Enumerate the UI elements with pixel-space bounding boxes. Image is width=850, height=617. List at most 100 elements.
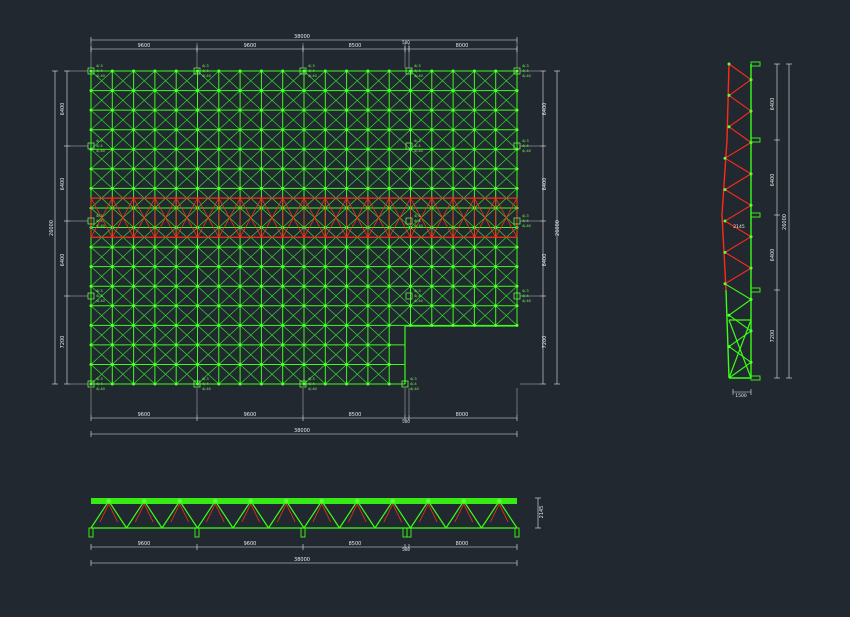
plan-node bbox=[238, 147, 242, 151]
plan-node bbox=[430, 186, 434, 190]
section-node bbox=[390, 498, 395, 504]
plan-node bbox=[259, 167, 263, 171]
plan-node bbox=[132, 128, 136, 132]
plan-node bbox=[345, 108, 349, 112]
section-web bbox=[303, 500, 323, 529]
plan-node bbox=[515, 186, 519, 190]
section-height-label: 2145 bbox=[539, 506, 545, 519]
section-web bbox=[356, 500, 376, 529]
plan-node bbox=[174, 147, 178, 151]
section-span-5: 8000 bbox=[456, 541, 469, 547]
plan-top-total: 38000 bbox=[294, 34, 310, 40]
section-web bbox=[108, 500, 128, 529]
section-web bbox=[321, 500, 341, 529]
plan-node bbox=[89, 304, 93, 308]
support-marker bbox=[405, 217, 413, 225]
plan-node bbox=[259, 343, 263, 347]
plan-node bbox=[515, 284, 519, 288]
plan-node bbox=[238, 186, 242, 190]
plan-node bbox=[89, 284, 93, 288]
plan-node bbox=[366, 89, 370, 93]
plan-node bbox=[409, 245, 412, 249]
plan-node bbox=[387, 362, 391, 366]
plan-node bbox=[132, 323, 136, 327]
plan-node bbox=[132, 147, 136, 151]
plan-node bbox=[132, 108, 136, 112]
side-node bbox=[723, 156, 727, 160]
support-label: 4/-40 bbox=[96, 224, 105, 228]
plan-node bbox=[472, 186, 476, 190]
plan-node bbox=[451, 265, 455, 269]
plan-node bbox=[409, 186, 412, 190]
plan-node bbox=[430, 167, 434, 171]
plan-node bbox=[132, 186, 136, 190]
plan-node bbox=[323, 128, 327, 132]
support-label: 4/-40 bbox=[308, 387, 317, 391]
plan-node bbox=[302, 362, 306, 366]
section-top-chord bbox=[91, 498, 517, 504]
section-web bbox=[250, 500, 270, 529]
plan-node bbox=[515, 89, 519, 93]
support-label: 4/-40 bbox=[522, 74, 531, 78]
plan-node bbox=[345, 147, 349, 151]
plan-node bbox=[345, 69, 349, 73]
plan-node bbox=[259, 265, 263, 269]
section-node bbox=[177, 498, 182, 504]
support-label: 4/-40 bbox=[96, 387, 105, 391]
section-web bbox=[392, 500, 412, 529]
plan-node bbox=[259, 245, 263, 249]
support-label: 4/-40 bbox=[96, 299, 105, 303]
plan-node bbox=[366, 186, 370, 190]
plan-node bbox=[494, 186, 498, 190]
plan-node bbox=[132, 265, 136, 269]
plan-node bbox=[345, 323, 349, 327]
plan-node bbox=[494, 265, 498, 269]
side-web bbox=[724, 204, 752, 222]
section-column bbox=[514, 527, 520, 538]
section-column bbox=[402, 527, 408, 538]
section-web bbox=[125, 500, 145, 529]
plan-node bbox=[153, 343, 157, 347]
plan-node bbox=[238, 245, 242, 249]
side-base-label: 1500 bbox=[735, 393, 747, 399]
section-web bbox=[498, 500, 518, 529]
plan-node bbox=[110, 343, 114, 347]
plan-node bbox=[238, 362, 242, 366]
plan-node bbox=[110, 186, 114, 190]
support-label: 4/-4 bbox=[202, 382, 209, 386]
support-label: 4/-4 bbox=[96, 69, 103, 73]
plan-node bbox=[494, 323, 498, 327]
plan-node bbox=[515, 108, 519, 112]
section-web bbox=[445, 500, 465, 529]
support-label: 4/-4 bbox=[410, 382, 417, 386]
plan-node bbox=[238, 89, 242, 93]
side-node bbox=[749, 298, 753, 301]
plan-node bbox=[387, 323, 391, 327]
plan-node bbox=[110, 304, 114, 308]
plan-node bbox=[89, 362, 93, 366]
plan-node bbox=[430, 89, 434, 93]
side-node bbox=[723, 219, 727, 223]
plan-node bbox=[323, 265, 327, 269]
plan-node bbox=[217, 284, 221, 288]
plan-top-span-1: 9600 bbox=[138, 43, 151, 49]
plan-node bbox=[387, 89, 391, 93]
section-node bbox=[497, 498, 502, 504]
plan-node bbox=[515, 167, 519, 171]
side-node bbox=[727, 93, 731, 97]
plan-node bbox=[238, 284, 242, 288]
plan-node bbox=[238, 304, 242, 308]
plan-node bbox=[217, 186, 221, 190]
plan-node bbox=[387, 128, 391, 132]
side-support bbox=[750, 375, 761, 381]
plan-node bbox=[494, 245, 498, 249]
side-node bbox=[749, 109, 753, 113]
plan-node bbox=[302, 89, 306, 93]
plan-node bbox=[110, 284, 114, 288]
support-label: 4/-3 bbox=[414, 139, 421, 143]
side-node bbox=[749, 172, 753, 176]
plan-node bbox=[494, 89, 498, 93]
support-label: 4/-3 bbox=[308, 64, 315, 68]
support-label: 4/-40 bbox=[414, 224, 423, 228]
support-label: 4/-3 bbox=[414, 64, 421, 68]
